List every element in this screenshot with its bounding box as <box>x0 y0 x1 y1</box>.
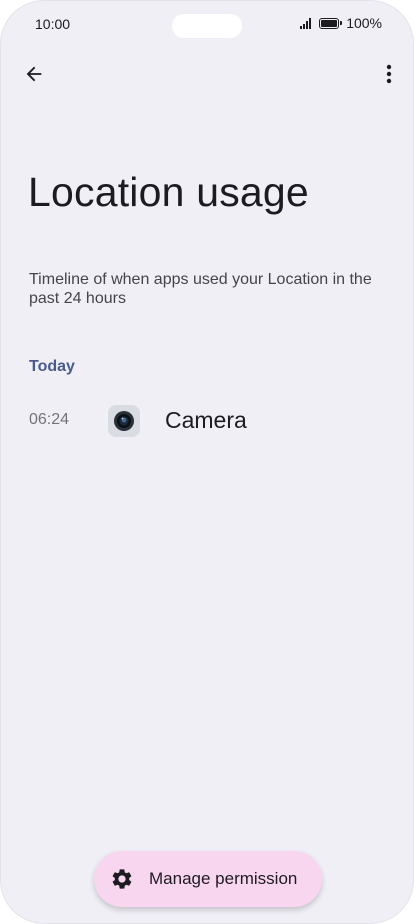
camera-cutout <box>172 14 242 38</box>
battery-icon <box>319 17 343 29</box>
manage-permission-label: Manage permission <box>149 869 298 888</box>
more-options-button[interactable] <box>375 59 403 89</box>
camera-app-icon <box>108 405 140 437</box>
more-vert-icon <box>386 64 392 84</box>
arrow-back-icon <box>26 66 42 82</box>
entry-time: 06:24 <box>29 411 70 428</box>
status-bar: 10:00 100% <box>1 1 413 47</box>
page-description: Timeline of when apps used your Location… <box>29 271 372 307</box>
manage-permission-button[interactable]: Manage permission <box>94 851 322 907</box>
timeline-entry[interactable]: 06:24 Camera <box>1 399 413 443</box>
battery-percent: 100% <box>346 15 382 31</box>
section-header-today: Today <box>29 358 75 375</box>
status-indicators: 100% <box>300 15 382 31</box>
gear-icon <box>109 866 135 892</box>
back-button[interactable] <box>19 59 49 89</box>
status-time: 10:00 <box>35 16 71 32</box>
entry-app-name: Camera <box>165 407 247 433</box>
page-title: Location usage <box>28 169 309 215</box>
phone-screen: 10:00 100% Location usage Timeline of wh… <box>0 0 414 924</box>
signal-icon <box>300 17 312 29</box>
